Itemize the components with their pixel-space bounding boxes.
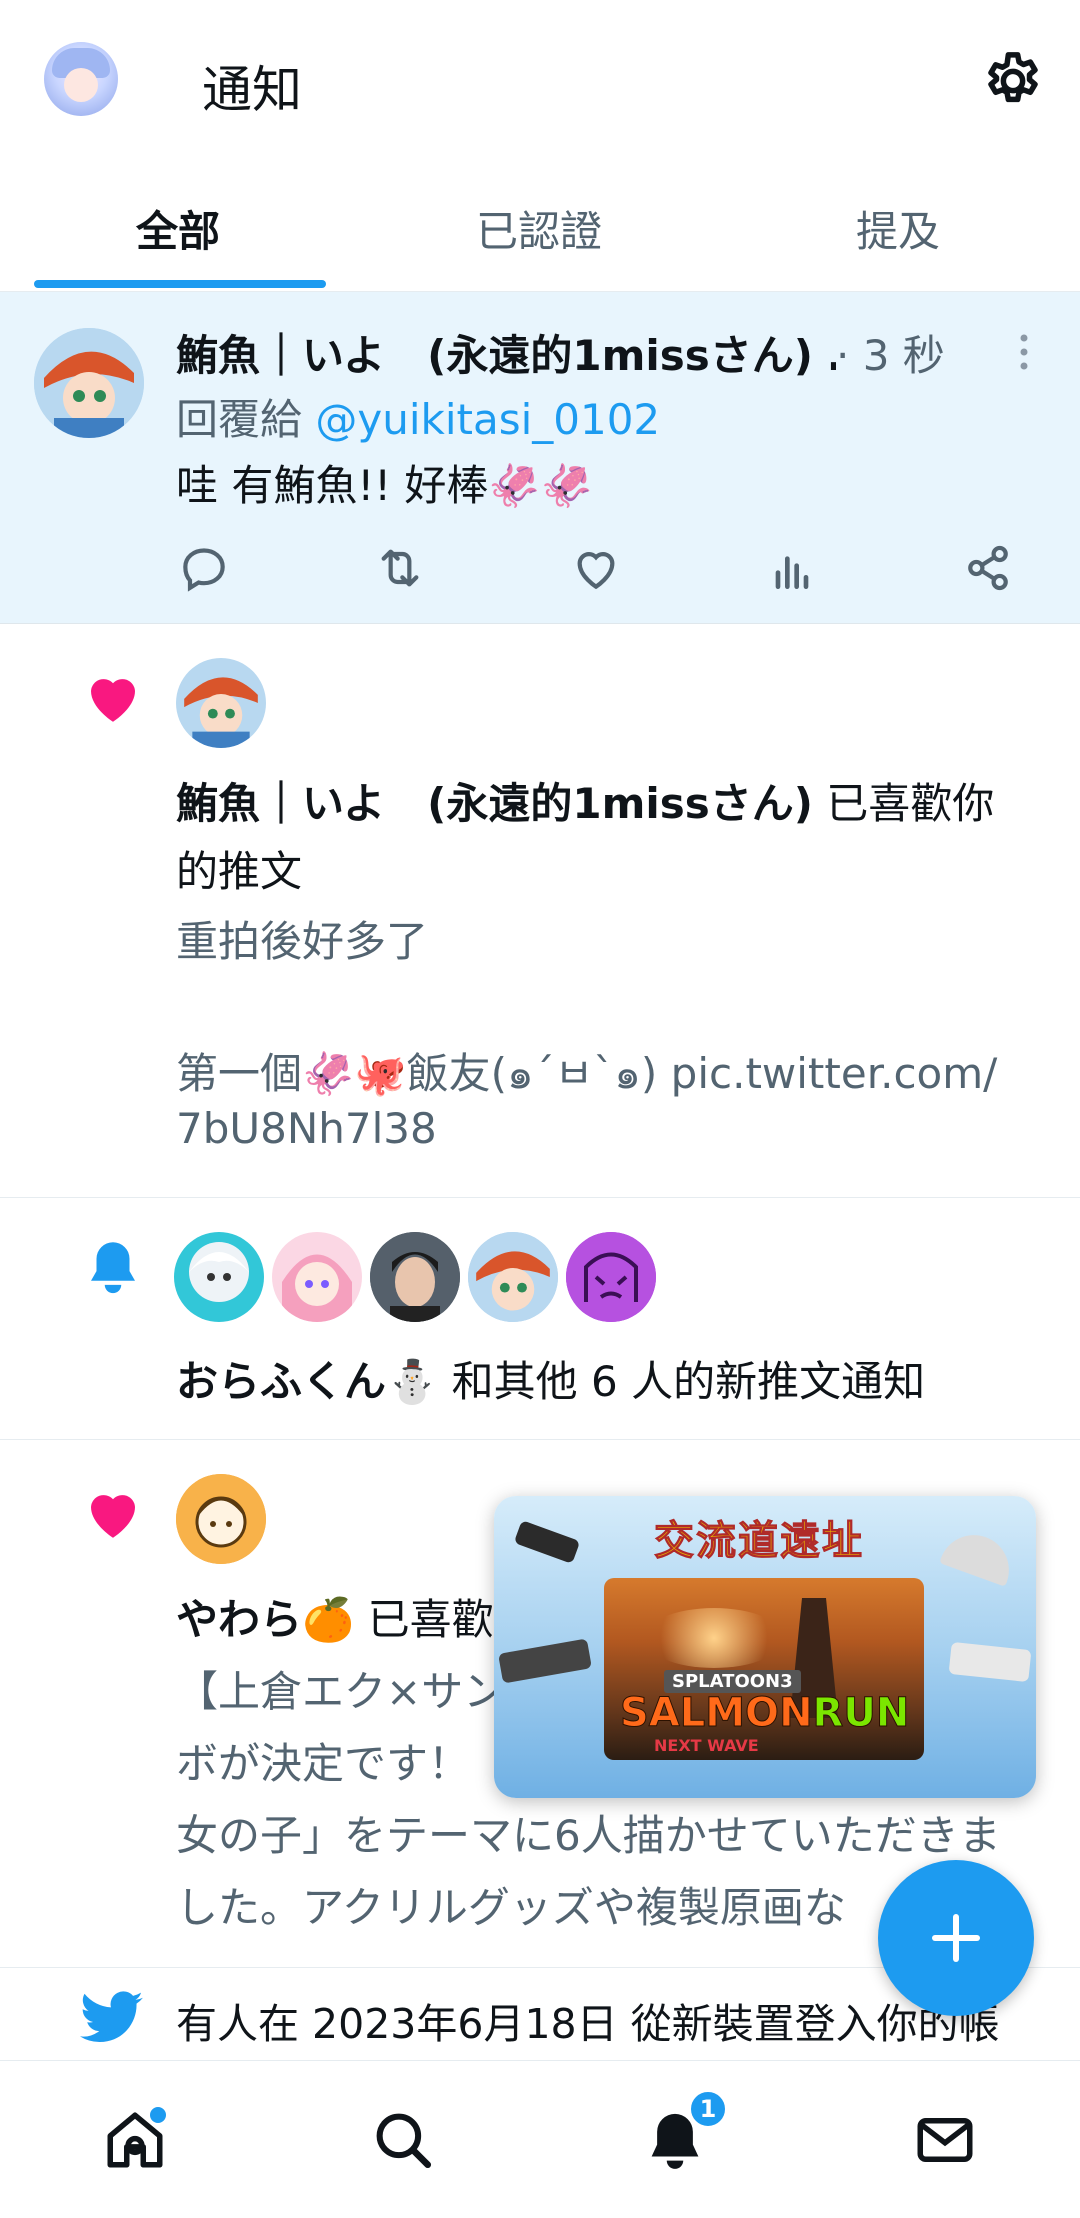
tab-all[interactable]: 全部 — [136, 198, 220, 259]
gear-icon[interactable] — [980, 48, 1046, 114]
more-options-icon[interactable] — [1012, 332, 1036, 372]
like-summary-line2: 的推文 — [176, 847, 303, 896]
reply-author-name[interactable]: 鮪魚｜いよ (永遠的1missさん) … — [176, 322, 836, 383]
home-unread-dot — [150, 2107, 166, 2123]
tweet-preview-line: 【上倉エク×サン — [176, 1667, 506, 1716]
avatar[interactable] — [176, 658, 266, 748]
heart-icon — [91, 1495, 135, 1538]
share-icon[interactable] — [960, 540, 1016, 596]
reply-icon[interactable] — [176, 540, 232, 596]
actor-name[interactable]: おらふくん⛄ — [176, 1357, 438, 1406]
avatar[interactable] — [468, 1232, 558, 1322]
game-logo-subtitle: NEXT WAVE — [654, 1736, 759, 1755]
game-logo: SALMONRUN — [620, 1690, 910, 1737]
page-title: 通知 — [202, 61, 302, 119]
reply-timestamp: · 3 秒 — [836, 331, 945, 380]
tweet-preview-line: 女の子」をテーマに6人描かせていただきま — [176, 1811, 1001, 1860]
profile-avatar[interactable] — [44, 42, 118, 116]
bell-icon — [91, 1242, 135, 1294]
reply-context: 回覆給 @yuikitasi_0102 — [176, 395, 661, 444]
reply-actions — [176, 540, 1016, 610]
bottom-navigation: 1 — [0, 2060, 1080, 2218]
roller-weapon-icon — [513, 1520, 581, 1564]
video-frame[interactable]: SPLATOON3 SALMONRUN NEXT WAVE — [604, 1578, 924, 1760]
like-notification[interactable]: 鮪魚｜いよ (永遠的1missさん) 已喜歡你 的推文 重拍後好多了 第一個🦑🐙… — [0, 624, 1080, 1198]
mention-link[interactable]: @yuikitasi_0102 — [315, 395, 660, 444]
avatar[interactable] — [566, 1232, 656, 1322]
tweet-preview-line: 第一個🦑🐙飯友(๑´ㅂ`๑) pic.twitter.com/ — [176, 1049, 998, 1098]
avatar[interactable] — [370, 1232, 460, 1322]
avatar[interactable] — [176, 1474, 266, 1564]
tab-mentions[interactable]: 提及 — [856, 198, 940, 259]
tweet-preview-line: ボが決定です！ — [176, 1739, 471, 1788]
new-tweets-notification[interactable]: おらふくん⛄ 和其他 6 人的新推文通知 — [0, 1198, 1080, 1440]
floating-video-player[interactable]: 交流道遠址 SPLATOON3 SALMONRUN NEXT WAVE — [494, 1496, 1036, 1798]
active-tab-indicator — [34, 280, 326, 288]
tweet-preview-line: した。アクリルグッズや複製原画な — [176, 1883, 846, 1932]
like-summary: やわら🍊 已喜歡 — [176, 1595, 494, 1644]
analytics-icon[interactable] — [764, 540, 820, 596]
messages-icon[interactable] — [912, 2107, 978, 2173]
like-summary: 鮪魚｜いよ (永遠的1missさん) 已喜歡你 — [176, 779, 995, 828]
tab-bar: 全部 已認證 提及 — [0, 180, 1080, 292]
avatar[interactable] — [272, 1232, 362, 1322]
avatar[interactable] — [174, 1232, 264, 1322]
reply-notification[interactable]: 鮪魚｜いよ (永遠的1missさん) … · 3 秒 回覆給 @yuikitas… — [0, 292, 1080, 624]
tab-verified[interactable]: 已認證 — [476, 198, 602, 259]
compose-button[interactable] — [878, 1860, 1034, 2016]
reply-text: 哇 有鮪魚!! 好棒🦑🦑 — [176, 461, 593, 510]
video-title: 交流道遠址 — [654, 1518, 864, 1565]
like-icon[interactable] — [568, 540, 624, 596]
actor-name[interactable]: 鮪魚｜いよ (永遠的1missさん) — [176, 779, 813, 828]
search-icon[interactable] — [370, 2107, 436, 2173]
brella-weapon-icon — [939, 1525, 1019, 1587]
blaster-weapon-icon — [948, 1641, 1032, 1683]
top-app-bar: 通知 — [0, 0, 1080, 160]
login-text: 有人在 2023年6月18日 從新裝置登入你的帳 — [176, 2000, 1000, 2048]
actor-name[interactable]: やわら🍊 — [176, 1595, 354, 1644]
new-tweets-summary: おらふくん⛄ 和其他 6 人的新推文通知 — [176, 1357, 926, 1406]
avatar[interactable] — [34, 328, 144, 438]
twitter-bird-icon — [80, 1991, 143, 2043]
tweet-preview-line: 重拍後好多了 — [176, 917, 429, 966]
retweet-icon[interactable] — [372, 540, 428, 596]
heart-icon — [91, 679, 135, 722]
tweet-preview-line: 7bU8Nh7l38 — [176, 1104, 437, 1153]
blaster-weapon-icon — [498, 1638, 592, 1684]
notification-count-badge: 1 — [688, 2089, 728, 2129]
